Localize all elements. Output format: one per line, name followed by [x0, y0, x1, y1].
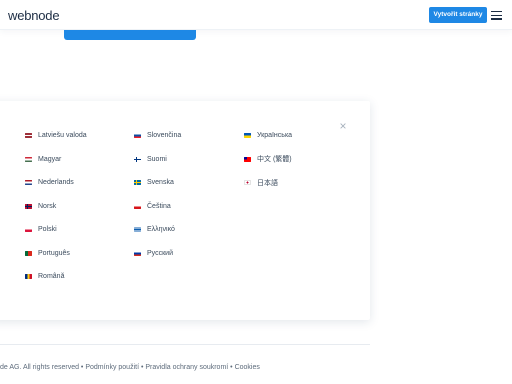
language-label: Latviešu valoda: [38, 132, 87, 140]
language-option-jp[interactable]: 日本語: [244, 171, 292, 195]
language-label: Português: [38, 249, 70, 257]
language-label: Suomi: [147, 155, 167, 163]
language-label: 日本語: [257, 179, 278, 187]
create-site-button[interactable]: Vytvořit stránky: [429, 7, 487, 23]
ru-flag-icon: [134, 250, 141, 256]
language-label: Русский: [147, 249, 173, 257]
gr-flag-icon: [134, 227, 141, 233]
language-label: 中文 (繁體): [257, 156, 292, 164]
language-label: Norsk: [38, 202, 57, 210]
language-option-pt[interactable]: Português: [25, 242, 87, 266]
language-option-ru[interactable]: Русский: [134, 242, 181, 266]
language-column-3: Українська 中文 (繁體) 日本語: [244, 124, 292, 195]
language-column-2: Slovenčina Suomi Svenska Čeština Ελληνικό Рус…: [134, 124, 181, 265]
fi-flag-icon: [134, 156, 141, 162]
language-option-fi[interactable]: Suomi: [134, 148, 181, 172]
language-label: Ελληνικό: [147, 226, 175, 234]
jp-flag-icon: [244, 180, 251, 186]
language-label: Українська: [257, 132, 293, 140]
language-option-pl[interactable]: Polski: [25, 218, 87, 242]
no-flag-icon: [25, 203, 32, 209]
language-label: Svenska: [147, 179, 174, 187]
language-label: Čeština: [147, 202, 171, 210]
language-option-tw[interactable]: 中文 (繁體): [244, 148, 292, 172]
close-icon[interactable]: ×: [338, 120, 348, 132]
lv-flag-icon: [25, 133, 32, 139]
language-option-lv[interactable]: Latviešu valoda: [25, 124, 87, 148]
hu-flag-icon: [25, 156, 32, 162]
language-option-se[interactable]: Svenska: [134, 171, 181, 195]
footer-divider: [0, 344, 370, 345]
language-option-no[interactable]: Norsk: [25, 195, 87, 219]
pl-flag-icon: [25, 227, 32, 233]
language-option-ua[interactable]: Українська: [244, 124, 292, 148]
language-option-sk[interactable]: Slovenčina: [134, 124, 181, 148]
sk-flag-icon: [134, 133, 141, 139]
language-option-gr[interactable]: Ελληνικό: [134, 218, 181, 242]
language-label: Nederlands: [38, 179, 74, 187]
ua-flag-icon: [244, 133, 251, 139]
language-option-hu[interactable]: Magyar: [25, 148, 87, 172]
language-label: Română: [38, 273, 65, 281]
ro-flag-icon: [25, 274, 32, 280]
hero-button[interactable]: [64, 30, 196, 40]
cz-flag-icon: [134, 203, 141, 209]
language-label: Slovenčina: [147, 132, 182, 140]
tw-flag-icon: [244, 156, 251, 162]
webnode-logo[interactable]: webnode: [8, 8, 60, 23]
language-label: Magyar: [38, 155, 62, 163]
language-column-1: Latviešu valoda Magyar Nederlands Norsk Pols…: [25, 124, 87, 289]
language-option-ro[interactable]: Română: [25, 265, 87, 289]
top-navigation-bar: webnode Vytvořit stránky: [0, 0, 512, 30]
hamburger-menu-icon[interactable]: [491, 11, 502, 20]
language-option-nl[interactable]: Nederlands: [25, 171, 87, 195]
language-label: Polski: [38, 226, 57, 234]
nl-flag-icon: [25, 180, 32, 186]
se-flag-icon: [134, 180, 141, 186]
pt-flag-icon: [25, 250, 32, 256]
footer-copyright: de AG. All rights reserved • Podmínky po…: [0, 364, 260, 371]
language-option-cz[interactable]: Čeština: [134, 195, 181, 219]
